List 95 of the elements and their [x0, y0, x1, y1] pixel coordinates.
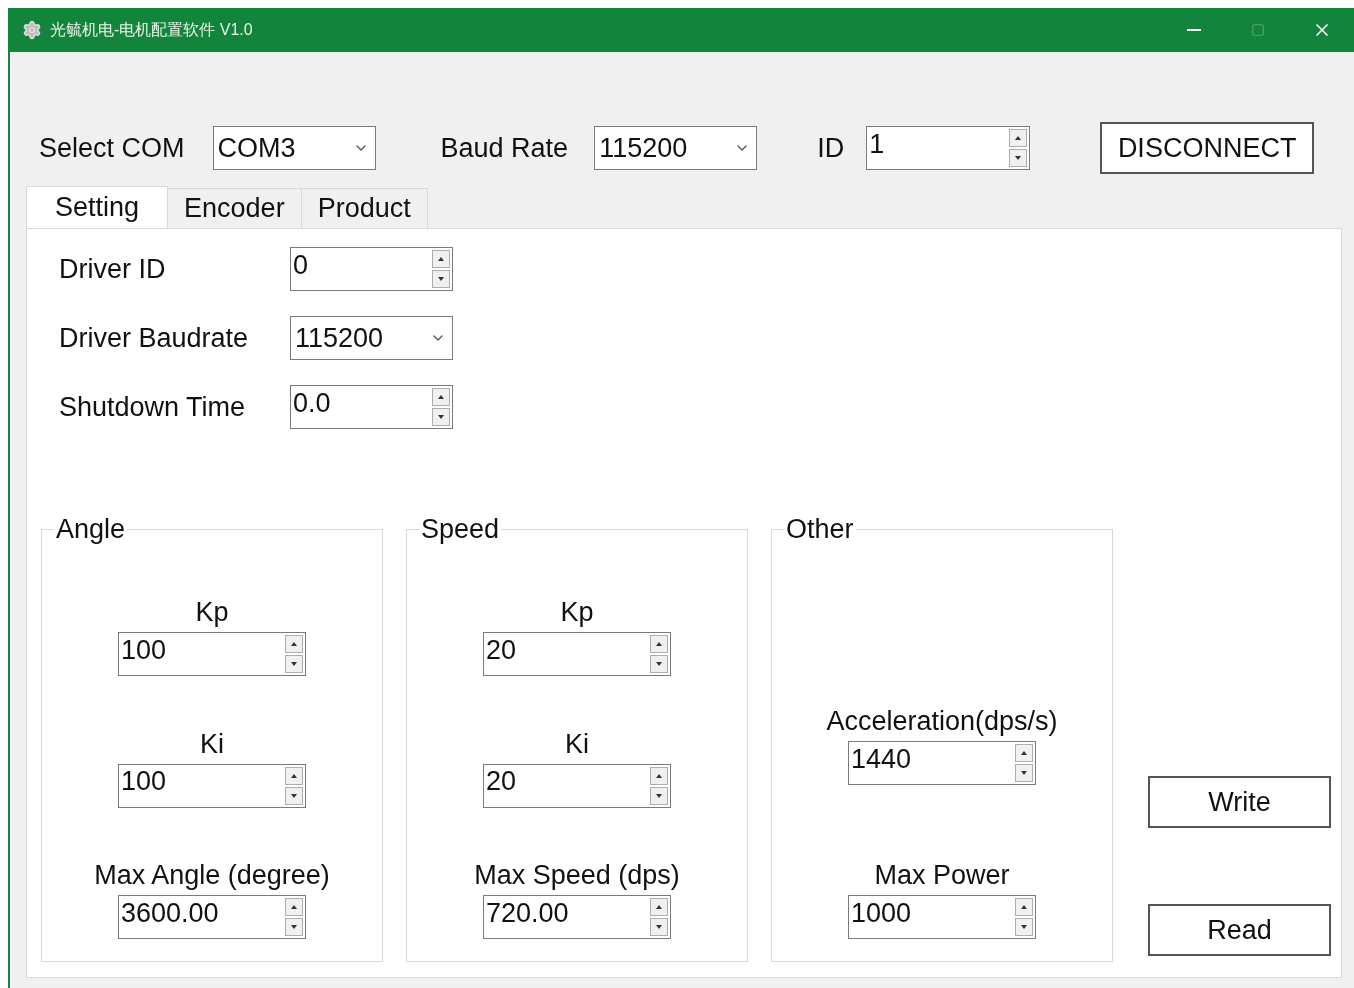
- minimize-icon: [1187, 29, 1201, 31]
- spin-up-button[interactable]: [285, 898, 303, 916]
- spin-up-button[interactable]: [650, 766, 668, 785]
- up-arrow-icon: [291, 905, 297, 909]
- value-field[interactable]: 20: [484, 764, 650, 799]
- field-label: Max Power: [874, 860, 1010, 891]
- down-arrow-icon: [1021, 771, 1027, 775]
- number-spinner[interactable]: 100: [118, 763, 306, 808]
- spin-down-button[interactable]: [650, 918, 668, 936]
- number-spinner[interactable]: 20: [483, 632, 671, 677]
- number-spinner[interactable]: 0.0: [290, 385, 453, 429]
- spin-up-button[interactable]: [432, 388, 450, 406]
- spin-down-button[interactable]: [285, 918, 303, 936]
- down-arrow-icon: [656, 793, 662, 798]
- number-spinner[interactable]: 1440: [848, 741, 1036, 785]
- value-field[interactable]: 1000: [849, 896, 1015, 930]
- spin-up-button[interactable]: [650, 635, 668, 654]
- down-arrow-icon: [656, 662, 662, 667]
- com-label: Select COM: [39, 132, 185, 164]
- id-label: ID: [817, 132, 845, 164]
- spin-up-button[interactable]: [650, 898, 668, 916]
- value-field[interactable]: 100: [119, 764, 285, 799]
- down-arrow-icon: [1021, 925, 1027, 929]
- window-title: 光毓机电-电机配置软件 V1.0: [50, 19, 254, 40]
- up-arrow-icon: [438, 257, 444, 261]
- field-label: Ki: [565, 728, 589, 760]
- down-arrow-icon: [291, 925, 297, 929]
- spin-down-button[interactable]: [1009, 149, 1028, 167]
- spin-down-button[interactable]: [285, 655, 303, 674]
- value-field[interactable]: 720.00: [484, 896, 650, 930]
- value-field[interactable]: 0: [291, 248, 432, 282]
- group-title: Other: [785, 514, 855, 545]
- tab[interactable]: Product: [300, 188, 428, 228]
- spin-up-button[interactable]: [432, 250, 450, 268]
- dropdown[interactable]: COM3: [212, 126, 376, 170]
- up-arrow-icon: [1021, 905, 1027, 909]
- number-spinner[interactable]: 720.00: [483, 895, 671, 939]
- up-arrow-icon: [291, 773, 297, 778]
- spin-up-button[interactable]: [1015, 744, 1033, 762]
- tab[interactable]: Setting: [26, 186, 169, 228]
- group-title: Speed: [420, 514, 501, 545]
- id-spinner[interactable]: 1: [866, 126, 1031, 170]
- field-label: Ki: [200, 728, 224, 760]
- spin-up-button[interactable]: [285, 635, 303, 654]
- group-title: Angle: [55, 514, 127, 545]
- spin-down-button[interactable]: [285, 786, 303, 805]
- disconnect-button[interactable]: DISCONNECT: [1100, 122, 1315, 174]
- down-arrow-icon: [438, 415, 444, 419]
- value-field[interactable]: 1440: [849, 742, 1015, 776]
- value-field[interactable]: 1: [867, 127, 1010, 161]
- up-arrow-icon: [1015, 136, 1022, 140]
- maximize-icon: [1251, 23, 1265, 37]
- value-field[interactable]: 20: [484, 633, 650, 668]
- spin-down-button[interactable]: [1015, 764, 1033, 782]
- number-spinner[interactable]: 100: [118, 632, 306, 677]
- spin-down-button[interactable]: [650, 655, 668, 674]
- up-arrow-icon: [656, 773, 662, 778]
- baud-rate-label: Baud Rate: [440, 132, 569, 164]
- spin-down-button[interactable]: [432, 270, 450, 288]
- up-arrow-icon: [291, 642, 297, 647]
- spin-down-button[interactable]: [650, 786, 668, 805]
- down-arrow-icon: [438, 277, 444, 281]
- field-label: Kp: [195, 597, 229, 629]
- field-label: Driver ID: [59, 253, 167, 285]
- number-spinner[interactable]: 0: [290, 247, 453, 291]
- down-arrow-icon: [1015, 156, 1022, 160]
- value-field[interactable]: 100: [119, 633, 285, 668]
- up-arrow-icon: [1021, 751, 1027, 755]
- value-field[interactable]: 0.0: [291, 386, 432, 420]
- down-arrow-icon: [291, 793, 297, 798]
- action-button[interactable]: Read: [1148, 904, 1331, 956]
- field-label: Max Speed (dps): [474, 860, 680, 891]
- spin-down-button[interactable]: [432, 408, 450, 426]
- value-field[interactable]: 3600.00: [119, 896, 285, 930]
- field-label: Driver Baudrate: [59, 322, 250, 354]
- up-arrow-icon: [656, 642, 662, 647]
- down-arrow-icon: [291, 662, 297, 667]
- number-spinner[interactable]: 1000: [848, 895, 1036, 939]
- up-arrow-icon: [438, 395, 444, 399]
- dropdown[interactable]: 115200: [594, 126, 758, 170]
- dropdown[interactable]: 115200: [290, 316, 453, 360]
- number-spinner[interactable]: 20: [483, 763, 671, 808]
- up-arrow-icon: [656, 905, 662, 909]
- field-label: Kp: [560, 597, 594, 629]
- field-label: Max Angle (degree): [94, 860, 330, 891]
- spin-up-button[interactable]: [1015, 898, 1033, 916]
- spin-down-button[interactable]: [1015, 918, 1033, 936]
- field-label: Acceleration(dps/s): [826, 706, 1058, 737]
- down-arrow-icon: [656, 925, 662, 929]
- action-button[interactable]: Write: [1148, 776, 1331, 828]
- spin-up-button[interactable]: [1009, 129, 1028, 147]
- spin-up-button[interactable]: [285, 766, 303, 785]
- field-label: Shutdown Time: [59, 391, 247, 423]
- gear-icon: [22, 20, 42, 40]
- number-spinner[interactable]: 3600.00: [118, 895, 306, 939]
